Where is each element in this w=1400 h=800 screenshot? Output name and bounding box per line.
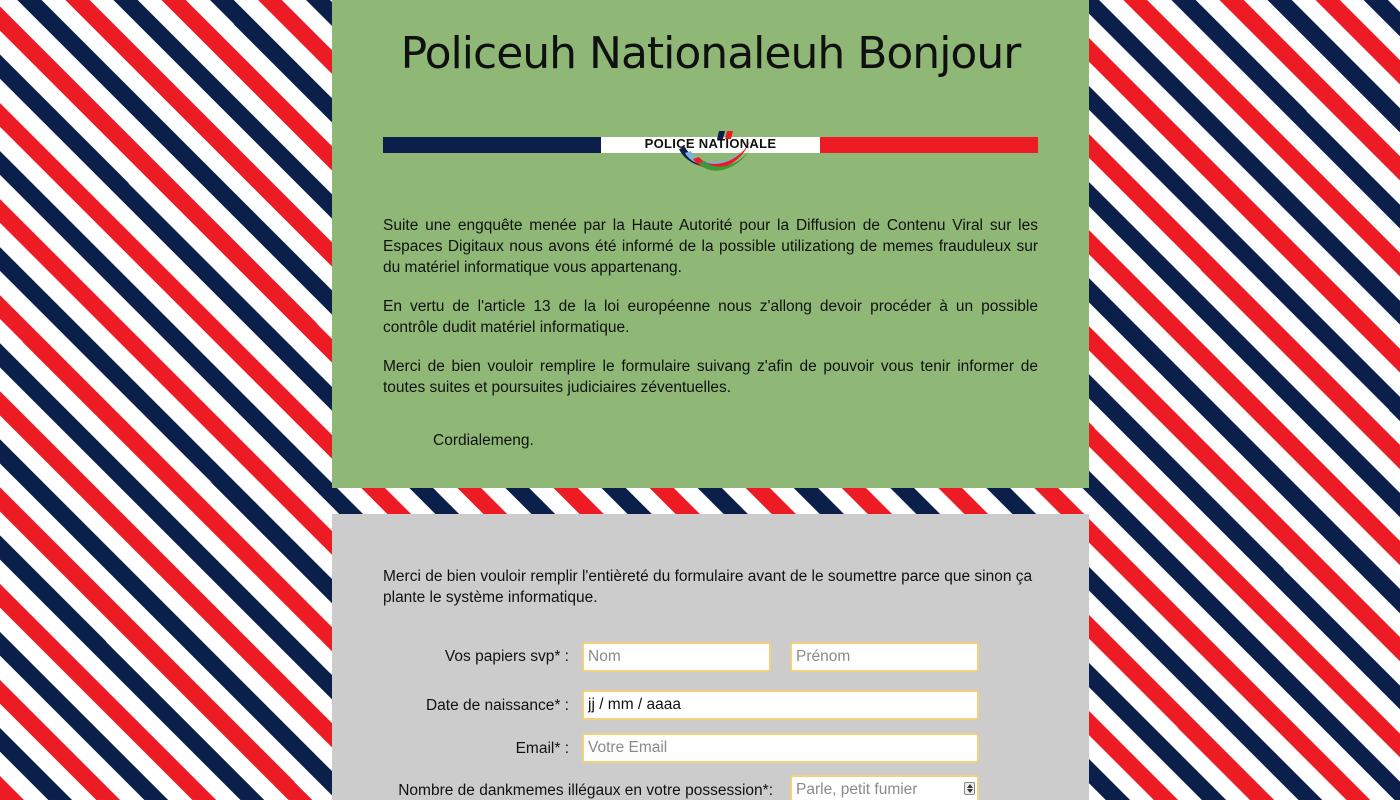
papers-label: Vos papiers svp* : [444, 648, 569, 665]
intro-card: Policeuh Nationaleuh Bonjour POLICE NATI… [332, 0, 1089, 488]
birthdate-label: Date de naissance* : [425, 697, 569, 714]
page-title: Policeuh Nationaleuh Bonjour [400, 28, 1022, 79]
birthdate-input[interactable] [582, 690, 979, 720]
number-spinner-icon[interactable] [964, 782, 975, 795]
police-nationale-logo: POLICE NATIONALE [383, 131, 1038, 171]
form-intro: Merci de bien vouloir remplir l'entièret… [383, 568, 1033, 606]
signoff: Cordialemeng. [433, 432, 534, 449]
memes-count-field [790, 775, 979, 800]
spinner-up-icon[interactable] [966, 784, 973, 788]
form-card: Merci de bien vouloir remplir l'entièret… [332, 514, 1089, 800]
prenom-input[interactable] [790, 642, 979, 672]
intro-paragraph: En vertu de l'article 13 de la loi europ… [383, 298, 1038, 336]
nom-input[interactable] [582, 642, 771, 672]
intro-text: Suite une engquête menée par la Haute Au… [383, 215, 1038, 416]
logo-text: POLICE NATIONALE [644, 136, 777, 151]
memes-count-label: Nombre de dankmemes illégaux en votre po… [398, 782, 773, 799]
memes-count-input[interactable] [790, 775, 979, 800]
intro-paragraph: Merci de bien vouloir remplire le formul… [383, 358, 1038, 396]
email-input[interactable] [582, 733, 979, 763]
logo-white-band: POLICE NATIONALE [601, 131, 820, 171]
intro-paragraph: Suite une engquête menée par la Haute Au… [383, 217, 1038, 276]
logo-blue-band [383, 137, 601, 153]
logo-red-band [820, 137, 1038, 153]
email-label: Email* : [515, 740, 569, 757]
spinner-down-icon[interactable] [966, 789, 973, 793]
